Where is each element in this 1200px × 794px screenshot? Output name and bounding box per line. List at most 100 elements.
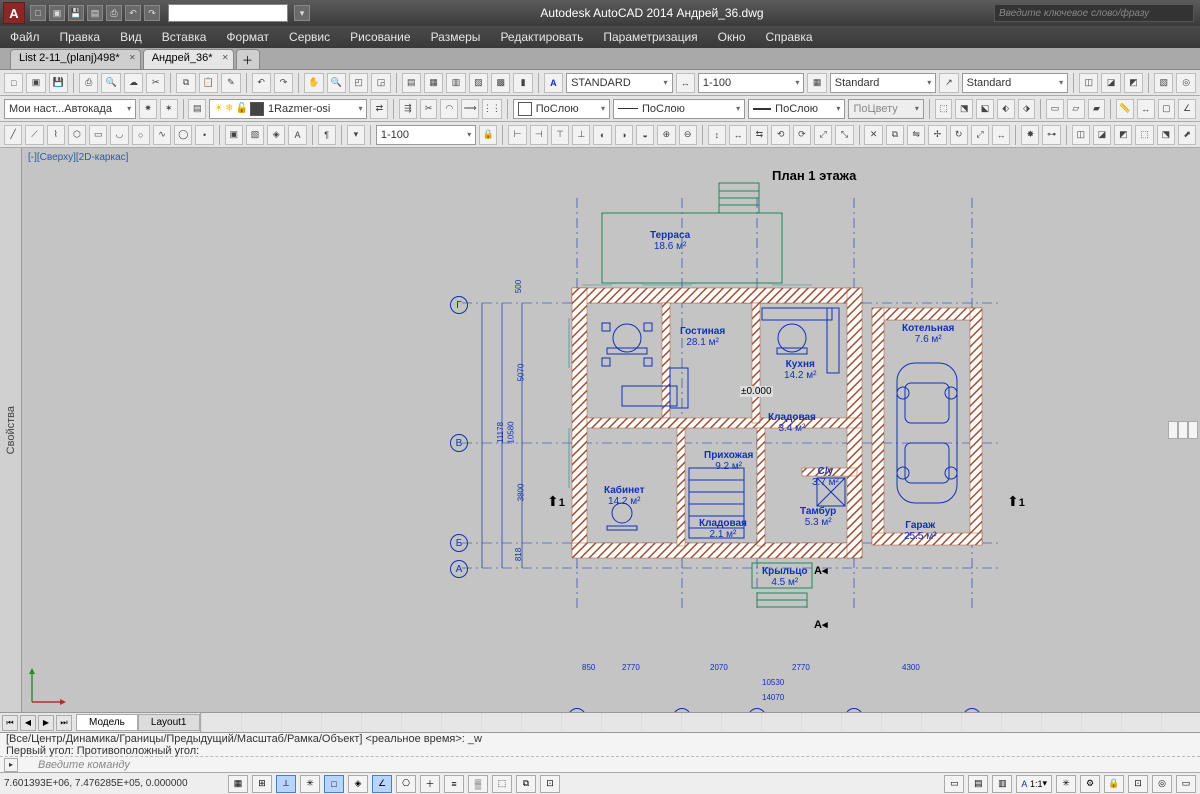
scale-list-combo[interactable]: 1-100: [376, 125, 476, 145]
extra1-button[interactable]: ◫: [1072, 125, 1090, 145]
qv-button[interactable]: ▤: [968, 775, 988, 793]
match-button[interactable]: ✎: [221, 73, 240, 93]
undo-icon[interactable]: ↶: [125, 5, 141, 21]
tab-nav-prev[interactable]: ◀: [20, 715, 36, 731]
point-button[interactable]: •: [195, 125, 213, 145]
copy-button[interactable]: ⧉: [176, 73, 195, 93]
tab-nav-next[interactable]: ▶: [38, 715, 54, 731]
help-search-input[interactable]: Введите ключевое слово/фразу: [994, 4, 1194, 22]
mod7-button[interactable]: ⤡: [835, 125, 853, 145]
open-button[interactable]: ▣: [26, 73, 45, 93]
modify4-button[interactable]: ⬖: [997, 99, 1015, 119]
new-icon[interactable]: □: [30, 5, 46, 21]
menu-draw[interactable]: Рисование: [340, 30, 420, 44]
modify8-button[interactable]: ▰: [1088, 99, 1106, 119]
snap-button[interactable]: ▦: [228, 775, 248, 793]
menu-modify[interactable]: Редактировать: [490, 30, 593, 44]
osnap-button[interactable]: □: [324, 775, 344, 793]
lineweight-combo[interactable]: ПоСлою: [748, 99, 845, 119]
mleader-style-combo[interactable]: Standard: [962, 73, 1068, 93]
model-button[interactable]: ▭: [944, 775, 964, 793]
move-button[interactable]: ✢: [928, 125, 946, 145]
angle-button[interactable]: ∠: [1178, 99, 1196, 119]
layer-prev-button[interactable]: ⇄: [370, 99, 388, 119]
line-button[interactable]: ╱: [4, 125, 22, 145]
area-button[interactable]: ▢: [1158, 99, 1176, 119]
menu-view[interactable]: Вид: [110, 30, 152, 44]
layer-props-button[interactable]: ✷: [139, 99, 157, 119]
menu-insert[interactable]: Вставка: [152, 30, 217, 44]
dim9-button[interactable]: ⊖: [679, 125, 697, 145]
am-button[interactable]: ⊡: [540, 775, 560, 793]
properties-panel-tab[interactable]: Свойства: [0, 148, 22, 712]
markup-button[interactable]: ▩: [491, 73, 510, 93]
mod4-button[interactable]: ⟲: [771, 125, 789, 145]
qv2-button[interactable]: ▥: [992, 775, 1012, 793]
open-icon[interactable]: ▣: [49, 5, 65, 21]
app-logo[interactable]: A: [3, 2, 25, 24]
linetype-combo[interactable]: ПоСлою: [613, 99, 745, 119]
stretch-button[interactable]: ↔: [992, 125, 1010, 145]
layer-iso-button[interactable]: ✶: [160, 99, 178, 119]
print-icon[interactable]: ⎙: [106, 5, 122, 21]
rect-button[interactable]: ▭: [89, 125, 107, 145]
layer-manager-button[interactable]: ▤: [188, 99, 206, 119]
3dosnap-button[interactable]: ◈: [348, 775, 368, 793]
command-input[interactable]: ▸ Введите команду: [0, 757, 1200, 772]
publish-button[interactable]: ☁: [124, 73, 143, 93]
hatch2-button[interactable]: ▧: [246, 125, 264, 145]
ellipse-button[interactable]: ◯: [174, 125, 192, 145]
lock2-button[interactable]: 🔒: [1104, 775, 1124, 793]
layer-combo[interactable]: ☀❄🔓1Razmer-osi: [209, 99, 367, 119]
menu-help[interactable]: Справка: [756, 30, 823, 44]
extra5-button[interactable]: ⬔: [1157, 125, 1175, 145]
block-button[interactable]: ◫: [1079, 73, 1098, 93]
ws-button[interactable]: ⚙: [1080, 775, 1100, 793]
otrack-button[interactable]: ∠: [372, 775, 392, 793]
model-tab[interactable]: Модель: [76, 714, 138, 731]
new-button[interactable]: □: [4, 73, 23, 93]
saveas-icon[interactable]: ▤: [87, 5, 103, 21]
mod1-button[interactable]: ↕: [708, 125, 726, 145]
spline-button[interactable]: ∿: [153, 125, 171, 145]
xref-button[interactable]: ◩: [1124, 73, 1143, 93]
add-tab-button[interactable]: ＋: [236, 49, 260, 69]
table-style-combo[interactable]: Standard: [830, 73, 936, 93]
zoom-window-button[interactable]: ◰: [349, 73, 368, 93]
hatch-button[interactable]: ▧: [1154, 73, 1173, 93]
qp-button[interactable]: ⬚: [492, 775, 512, 793]
polygon-button[interactable]: ⬡: [68, 125, 86, 145]
menu-edit[interactable]: Правка: [50, 30, 111, 44]
zoom-button[interactable]: 🔍: [327, 73, 346, 93]
cmd-options-icon[interactable]: ▸: [4, 758, 18, 772]
menu-parametric[interactable]: Параметризация: [593, 30, 707, 44]
color-combo[interactable]: ПоСлою: [513, 99, 610, 119]
extra6-button[interactable]: ⬈: [1178, 125, 1196, 145]
insert-button[interactable]: ◪: [1101, 73, 1120, 93]
iso-button[interactable]: ◎: [1152, 775, 1172, 793]
menu-window[interactable]: Окно: [708, 30, 756, 44]
text-button[interactable]: A: [288, 125, 306, 145]
text-style-combo[interactable]: STANDARD: [566, 73, 672, 93]
mirror-button[interactable]: ⇋: [907, 125, 925, 145]
arc-button[interactable]: ◡: [110, 125, 128, 145]
region-button[interactable]: ◈: [267, 125, 285, 145]
layout-tab[interactable]: Layout1: [138, 714, 200, 731]
undo-button[interactable]: ↶: [252, 73, 271, 93]
clean-button[interactable]: ▭: [1176, 775, 1196, 793]
dim-style-button[interactable]: ↔: [676, 73, 695, 93]
tab-nav-last[interactable]: ⏭: [56, 715, 72, 731]
layer-state-combo[interactable]: Мои наст...Автокада: [4, 99, 136, 119]
mod2-button[interactable]: ↔: [729, 125, 747, 145]
save-icon[interactable]: 💾: [68, 5, 84, 21]
dc-button[interactable]: ▦: [424, 73, 443, 93]
mtext-button[interactable]: ¶: [318, 125, 336, 145]
fillet-button[interactable]: ◠: [440, 99, 458, 119]
annoscale-button[interactable]: A 1:1 ▾: [1016, 775, 1052, 793]
measure-button[interactable]: 📏: [1116, 99, 1134, 119]
pline-button[interactable]: ⌇: [47, 125, 65, 145]
menu-file[interactable]: Файл: [0, 30, 50, 44]
props-button[interactable]: ▤: [402, 73, 421, 93]
modify6-button[interactable]: ▭: [1046, 99, 1064, 119]
dim7-button[interactable]: ◒: [636, 125, 654, 145]
